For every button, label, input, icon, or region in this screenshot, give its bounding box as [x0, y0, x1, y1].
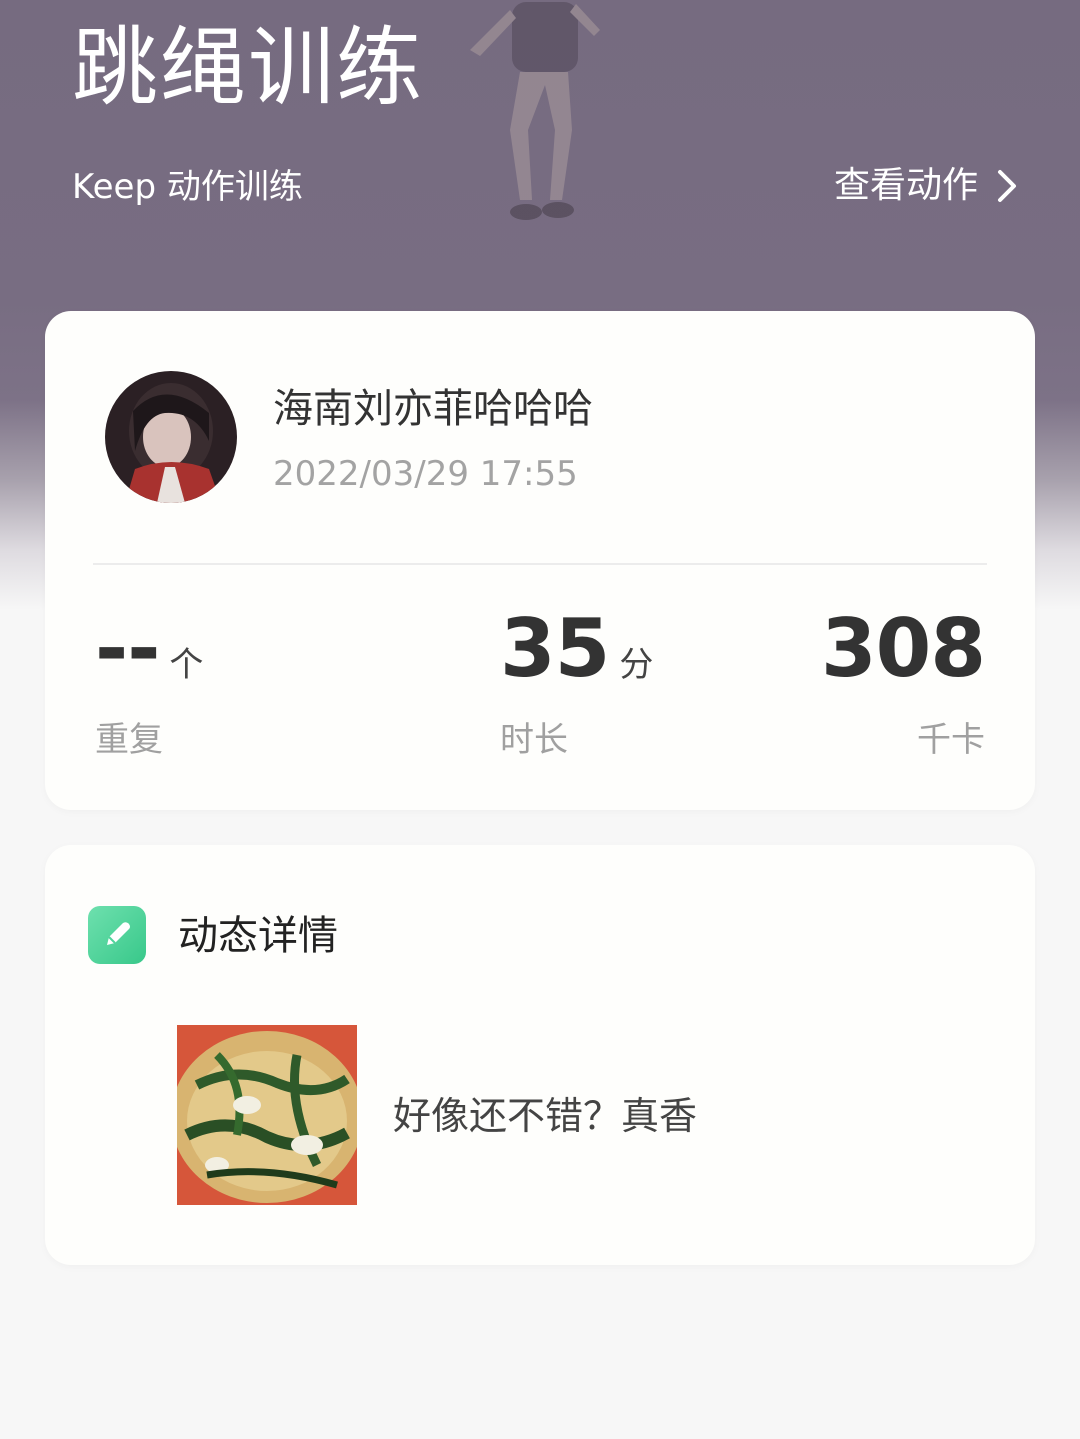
- workout-datetime: 2022/03/29 17:55: [273, 454, 578, 494]
- avatar[interactable]: [105, 371, 237, 503]
- background-athlete-image: [470, 2, 600, 220]
- edit-pencil-icon: [88, 906, 146, 964]
- feed-detail-card: 动态详情 好像还不错？真香: [45, 845, 1035, 1265]
- stat-calories: 308 千卡: [821, 601, 986, 763]
- feed-photo[interactable]: [177, 1025, 357, 1205]
- reps-unit: 个: [169, 645, 204, 685]
- user-name[interactable]: 海南刘亦菲哈哈哈: [273, 383, 593, 435]
- duration-label: 时长: [500, 720, 568, 760]
- chevron-right-icon: [998, 170, 1016, 202]
- page-subtitle: Keep 动作训练: [72, 167, 303, 207]
- divider: [93, 563, 987, 565]
- stat-duration: 35 分 时长: [500, 601, 653, 763]
- calories-value: 308: [821, 602, 986, 695]
- calories-label: 千卡: [917, 720, 985, 760]
- reps-label: 重复: [95, 720, 163, 760]
- duration-unit: 分: [619, 645, 654, 685]
- feed-title: 动态详情: [178, 913, 338, 959]
- duration-value: 35: [500, 602, 610, 695]
- stat-reps: -- 个 重复: [95, 601, 203, 763]
- page-title: 跳绳训练: [72, 18, 424, 118]
- view-action-link[interactable]: 查看动作: [834, 162, 1022, 210]
- view-action-label: 查看动作: [833, 165, 978, 206]
- workout-summary-card: 海南刘亦菲哈哈哈 2022/03/29 17:55 -- 个 重复 35 分 时…: [45, 311, 1035, 810]
- reps-value: --: [95, 602, 160, 695]
- feed-caption: 好像还不错？真香: [393, 1094, 698, 1138]
